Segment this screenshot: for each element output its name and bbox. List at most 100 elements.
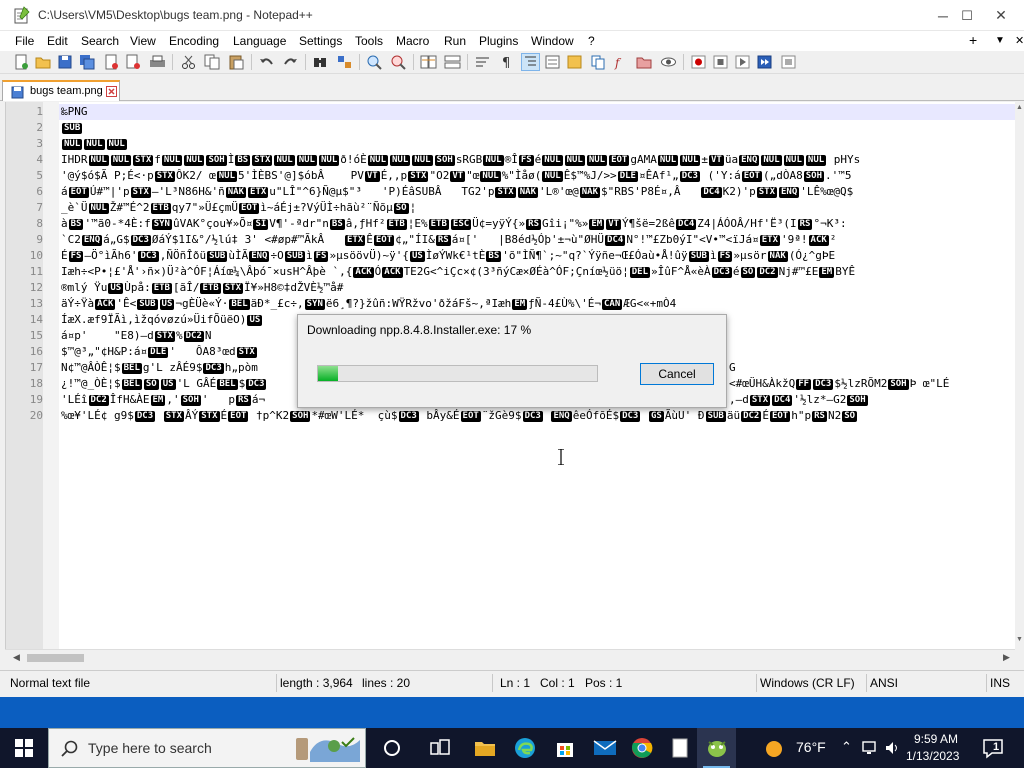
control-char-badge: EOT [609, 155, 630, 166]
menu-window[interactable]: Window [531, 34, 574, 48]
menu-macro[interactable]: Macro [396, 34, 429, 48]
sync-vertical-icon[interactable] [420, 54, 437, 70]
close-doc-icon[interactable]: ✕ [1015, 34, 1024, 47]
vertical-scrollbar[interactable]: ▲ ▼ [1015, 102, 1024, 649]
stop-macro-icon[interactable] [712, 54, 729, 70]
menu-help[interactable]: ? [588, 34, 595, 48]
menu-file[interactable]: File [15, 34, 34, 48]
scroll-up-arrow-icon[interactable]: ▲ [1015, 104, 1024, 114]
clock-date[interactable]: 1/13/2023 [906, 749, 959, 763]
play-macro-icon[interactable] [734, 54, 751, 70]
mail-icon[interactable] [585, 728, 624, 768]
cut-icon[interactable] [180, 54, 197, 70]
new-file-icon[interactable] [13, 54, 30, 70]
control-char-badge: SO [143, 379, 159, 390]
code-text: ûVAK°çou¥»Õ¤ [172, 217, 253, 230]
cortana-icon[interactable] [372, 728, 411, 768]
start-button[interactable] [0, 728, 48, 768]
function-list-icon[interactable]: f [612, 54, 629, 70]
code-text: á [61, 185, 68, 198]
menu-edit[interactable]: Edit [47, 34, 68, 48]
menu-search[interactable]: Search [81, 34, 119, 48]
code-text: ¦ [409, 201, 417, 214]
indent-guide-icon[interactable] [521, 53, 540, 71]
control-char-badge: NUL [184, 155, 205, 166]
save-icon[interactable] [57, 54, 74, 70]
volume-icon[interactable] [884, 740, 902, 756]
code-text: ÃùU' Ð [664, 409, 705, 422]
new-tab-plus-icon[interactable]: + [969, 32, 977, 48]
control-char-badge: EOT [228, 411, 249, 422]
control-char-badge: STX [252, 155, 273, 166]
menu-encoding[interactable]: Encoding [169, 34, 219, 48]
clock-time[interactable]: 9:59 AM [914, 732, 958, 746]
scroll-right-arrow-icon[interactable]: ▶ [999, 650, 1014, 665]
doc-map-icon[interactable] [566, 54, 583, 70]
undo-icon[interactable] [258, 54, 275, 70]
close-button[interactable]: ✕ [978, 0, 1024, 31]
file-explorer-icon[interactable] [465, 728, 504, 768]
code-text: 'L GÂÉ [176, 377, 217, 390]
doc-list-icon[interactable] [590, 54, 607, 70]
close-all-icon[interactable] [125, 54, 142, 70]
menu-run[interactable]: Run [444, 34, 466, 48]
edge-browser-icon[interactable] [505, 728, 544, 768]
copy-icon[interactable] [204, 54, 221, 70]
record-macro-icon[interactable] [690, 54, 707, 70]
weather-temperature[interactable]: 76°F [796, 739, 826, 755]
word-wrap-icon[interactable] [474, 54, 491, 70]
save-all-icon[interactable] [79, 54, 96, 70]
redo-icon[interactable] [282, 54, 299, 70]
cancel-button[interactable]: Cancel [640, 363, 714, 385]
task-view-icon[interactable] [420, 728, 459, 768]
control-char-badge: ENQ [739, 155, 760, 166]
tab-list-chevron-icon[interactable]: ▼ [995, 35, 1005, 46]
tab-close-icon[interactable] [106, 86, 117, 97]
menu-settings[interactable]: Settings [299, 34, 342, 48]
network-icon[interactable] [862, 740, 880, 756]
code-text: $"RBS'P8É¤,Â [601, 185, 701, 198]
scroll-down-arrow-icon[interactable]: ▼ [1015, 636, 1024, 646]
monitoring-icon[interactable] [660, 54, 677, 70]
status-separator [492, 674, 493, 692]
print-icon[interactable] [149, 54, 166, 70]
notification-count: 1 [993, 741, 1000, 753]
scroll-left-arrow-icon[interactable]: ◀ [9, 650, 24, 665]
sync-horizontal-icon[interactable] [444, 54, 461, 70]
user-lang-icon[interactable] [544, 54, 561, 70]
code-text: ÂÝ [185, 409, 199, 422]
line-number: 18 [29, 377, 43, 390]
notepadpp-taskbar-icon[interactable] [697, 728, 736, 768]
save-macro-icon[interactable] [780, 54, 797, 70]
replace-icon[interactable] [336, 54, 353, 70]
line-number: 13 [29, 297, 43, 310]
menu-language[interactable]: Language [233, 34, 286, 48]
run-macro-multiple-icon[interactable] [756, 54, 773, 70]
line-number: 10 [29, 249, 43, 262]
notepad-taskbar-icon[interactable] [660, 728, 699, 768]
chrome-browser-icon[interactable] [622, 728, 661, 768]
weather-sun-icon[interactable] [765, 740, 783, 758]
zoom-out-icon[interactable] [390, 54, 407, 70]
show-hidden-icons-chevron-icon[interactable]: ⌃ [841, 739, 852, 755]
close-file-icon[interactable] [103, 54, 120, 70]
show-all-chars-icon[interactable]: ¶ [498, 54, 515, 70]
menu-view[interactable]: View [130, 34, 156, 48]
menu-tools[interactable]: Tools [355, 34, 383, 48]
zoom-in-icon[interactable] [366, 54, 383, 70]
control-char-badge: NUL [657, 155, 679, 166]
control-char-badge: BS [329, 219, 345, 230]
taskbar-search-box[interactable]: Type here to search [48, 728, 366, 768]
find-icon[interactable] [312, 54, 329, 70]
tab-bugs-team[interactable]: bugs team.png [2, 80, 120, 101]
microsoft-store-icon[interactable] [545, 728, 584, 768]
control-char-badge: BS [235, 155, 251, 166]
control-char-badge: DC4 [676, 219, 697, 230]
horizontal-scrollbar[interactable]: ◀ ▶ [5, 649, 1015, 664]
line-number: 17 [29, 361, 43, 374]
folder-workspace-icon[interactable] [636, 54, 653, 70]
horizontal-scroll-thumb[interactable] [27, 654, 84, 662]
paste-icon[interactable] [228, 54, 245, 70]
open-file-icon[interactable] [35, 54, 52, 70]
menu-plugins[interactable]: Plugins [479, 34, 518, 48]
